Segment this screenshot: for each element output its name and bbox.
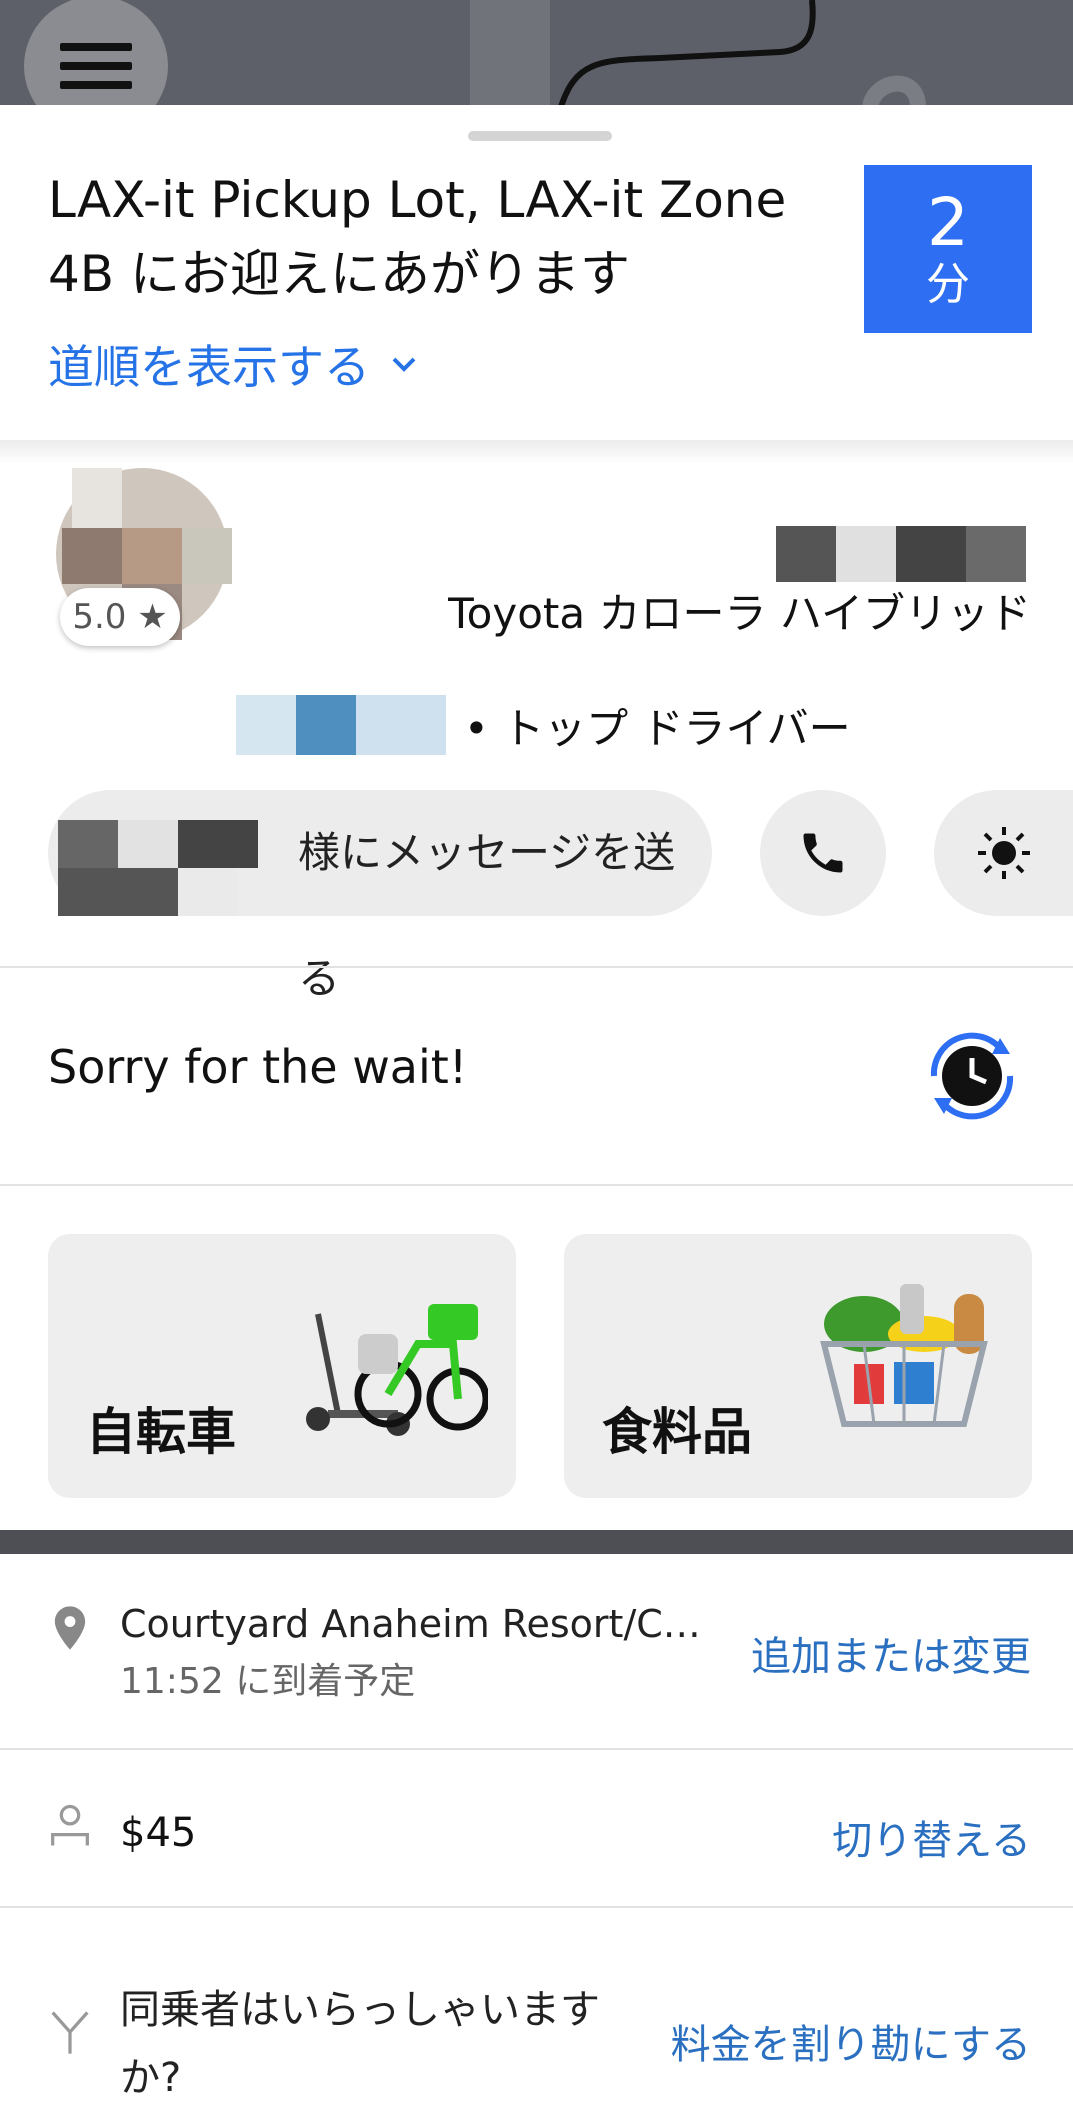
section-shadow [0,440,1073,464]
show-directions-link[interactable]: 道順を表示する [48,331,418,397]
split-fare-link[interactable]: 料金を割り勘にする [671,2012,1031,2070]
bike-label: 自転車 [86,1403,236,1461]
eta-unit: 分 [926,259,970,310]
clock-refresh-icon [930,1032,1014,1120]
bike-scooter-icon [306,1304,488,1436]
driver-rating: 5.0 ★ [60,588,180,646]
redacted-badge [236,695,446,755]
redacted-driver-name [58,820,258,916]
grocery-tile[interactable]: 食料品 [564,1234,1032,1498]
arrival-time: 11:52 に到着予定 [120,1661,416,1702]
license-plate-redacted [776,526,1026,582]
phone-icon [803,833,843,873]
eta-value: 2 [927,184,969,261]
person-icon [51,1804,89,1846]
grocery-label: 食料品 [602,1403,752,1461]
car-model: Toyota カローラ ハイブリッド [448,589,1031,638]
wait-message: Sorry for the wait! [48,1040,468,1094]
hamburger-menu-icon [60,43,132,51]
divider [0,966,1073,968]
divider [0,1906,1073,1908]
grocery-basket-icon [820,1284,988,1427]
message-driver-button[interactable]: 様にメッセージを送る [48,790,712,1003]
pickup-title: LAX-it Pickup Lot, LAX-it Zone 4B にお迎えにあ… [48,171,787,303]
directions-label: 道順を表示する [48,340,370,394]
chevron-down-icon [392,357,416,372]
sun-icon [977,827,1030,879]
call-button[interactable] [760,790,886,916]
pickup-sheet: LAX-it Pickup Lot, LAX-it Zone 4B にお迎えにあ… [0,105,1073,440]
safety-toolkit-button[interactable] [934,790,1073,916]
switch-payment-link[interactable]: 切り替える [832,1808,1031,1866]
split-fork-icon [51,2011,89,2054]
split-question: 同乗者はいらっしゃいますか? [120,1987,600,2101]
eta-badge: 2 分 [864,165,1032,333]
map-view[interactable] [0,0,1073,110]
destination-name: Courtyard Anaheim Resort/Con... [120,1602,720,1646]
bike-tile[interactable]: 自転車 [48,1234,516,1498]
location-pin-icon [54,1606,86,1650]
fare-amount: $45 [120,1810,197,1856]
badge-label: • トップ ドライバー [464,703,851,753]
change-destination-link[interactable]: 追加または変更 [751,1624,1031,1682]
section-separator [0,1530,1073,1554]
menu-button[interactable] [24,0,168,110]
divider [0,1748,1073,1750]
divider [0,1184,1073,1186]
driver-badge: • トップ ドライバー [236,690,851,760]
sheet-drag-handle[interactable] [468,131,612,141]
message-label: 様にメッセージを送る [298,828,676,1003]
